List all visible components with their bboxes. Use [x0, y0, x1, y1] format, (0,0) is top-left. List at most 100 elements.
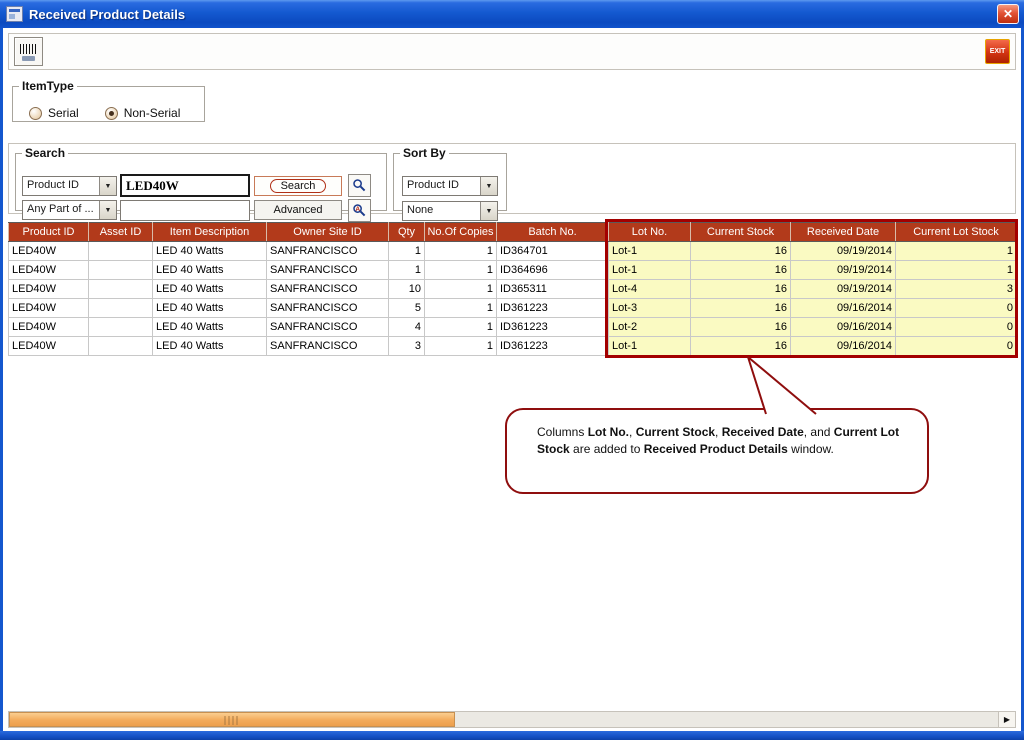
- table-row[interactable]: LED40W LED 40 WattsSANFRANCISCO41ID361223…: [9, 318, 1017, 337]
- table-cell[interactable]: 1: [425, 299, 497, 318]
- table-cell[interactable]: 3: [389, 337, 425, 356]
- table-cell[interactable]: LED 40 Watts: [153, 337, 267, 356]
- column-header[interactable]: Current Stock: [691, 223, 791, 242]
- table-cell[interactable]: SANFRANCISCO: [267, 261, 389, 280]
- table-cell[interactable]: 09/19/2014: [791, 242, 896, 261]
- table-cell[interactable]: 16: [691, 261, 791, 280]
- table-cell[interactable]: 16: [691, 337, 791, 356]
- advanced-button[interactable]: Advanced: [254, 200, 342, 220]
- radio-serial-icon[interactable]: [29, 107, 42, 120]
- horizontal-scrollbar[interactable]: ▶: [8, 711, 1016, 728]
- table-row[interactable]: LED40WLED 40 WattsSANFRANCISCO11ID364701…: [9, 242, 1017, 261]
- table-cell[interactable]: ID365311: [497, 280, 609, 299]
- table-cell[interactable]: 1: [896, 242, 1017, 261]
- table-cell[interactable]: [89, 299, 153, 318]
- table-cell[interactable]: Lot-4: [609, 280, 691, 299]
- exit-button[interactable]: EXIT: [985, 39, 1010, 64]
- table-cell[interactable]: 09/16/2014: [791, 318, 896, 337]
- sort-primary-combo[interactable]: Product ID ▼: [402, 176, 498, 196]
- table-cell[interactable]: SANFRANCISCO: [267, 280, 389, 299]
- barcode-print-button[interactable]: [14, 37, 43, 66]
- table-cell[interactable]: 1: [425, 261, 497, 280]
- table-row[interactable]: LED40WLED 40 WattsSANFRANCISCO11ID364696…: [9, 261, 1017, 280]
- search-button[interactable]: Search: [254, 176, 342, 196]
- column-header[interactable]: No.Of Copies: [425, 223, 497, 242]
- table-cell[interactable]: LED40W: [9, 280, 89, 299]
- table-cell[interactable]: LED40W: [9, 318, 89, 337]
- column-header[interactable]: Current Lot Stock: [896, 223, 1017, 242]
- table-cell[interactable]: 16: [691, 299, 791, 318]
- table-cell[interactable]: 09/19/2014: [791, 280, 896, 299]
- chevron-down-icon[interactable]: ▼: [480, 202, 497, 220]
- table-cell[interactable]: 16: [691, 242, 791, 261]
- sort-secondary-combo[interactable]: None ▼: [402, 201, 498, 221]
- table-cell[interactable]: 5: [389, 299, 425, 318]
- column-header[interactable]: Owner Site ID: [267, 223, 389, 242]
- table-cell[interactable]: 1: [896, 261, 1017, 280]
- column-header[interactable]: Received Date: [791, 223, 896, 242]
- table-cell[interactable]: ID364696: [497, 261, 609, 280]
- find-button[interactable]: [348, 174, 371, 197]
- table-cell[interactable]: 3: [896, 280, 1017, 299]
- table-cell[interactable]: LED40W: [9, 261, 89, 280]
- table-cell[interactable]: SANFRANCISCO: [267, 337, 389, 356]
- table-cell[interactable]: 10: [389, 280, 425, 299]
- table-cell[interactable]: 1: [425, 242, 497, 261]
- table-cell[interactable]: 1: [425, 280, 497, 299]
- table-cell[interactable]: LED40W: [9, 337, 89, 356]
- search-input[interactable]: [120, 174, 250, 197]
- search-match-combo[interactable]: Any Part of ... ▼: [22, 200, 117, 220]
- table-cell[interactable]: 16: [691, 318, 791, 337]
- table-cell[interactable]: ID361223: [497, 318, 609, 337]
- table-cell[interactable]: LED 40 Watts: [153, 299, 267, 318]
- table-cell[interactable]: 16: [691, 280, 791, 299]
- table-cell[interactable]: Lot-1: [609, 261, 691, 280]
- table-cell[interactable]: 09/19/2014: [791, 261, 896, 280]
- table-cell[interactable]: ID361223: [497, 299, 609, 318]
- table-cell[interactable]: SANFRANCISCO: [267, 299, 389, 318]
- column-header[interactable]: Batch No.: [497, 223, 609, 242]
- column-header[interactable]: Lot No.: [609, 223, 691, 242]
- column-header[interactable]: Item Description: [153, 223, 267, 242]
- table-cell[interactable]: Lot-3: [609, 299, 691, 318]
- table-cell[interactable]: 0: [896, 299, 1017, 318]
- table-cell[interactable]: LED40W: [9, 242, 89, 261]
- column-header[interactable]: Product ID: [9, 223, 89, 242]
- table-cell[interactable]: 4: [389, 318, 425, 337]
- table-cell[interactable]: LED 40 Watts: [153, 242, 267, 261]
- table-cell[interactable]: [89, 280, 153, 299]
- table-cell[interactable]: 1: [425, 337, 497, 356]
- table-cell[interactable]: Lot-2: [609, 318, 691, 337]
- table-cell[interactable]: LED 40 Watts: [153, 318, 267, 337]
- table-cell[interactable]: SANFRANCISCO: [267, 318, 389, 337]
- table-cell[interactable]: 1: [389, 261, 425, 280]
- radio-non-serial[interactable]: Non-Serial: [105, 106, 181, 120]
- table-cell[interactable]: 1: [425, 318, 497, 337]
- radio-non-serial-icon[interactable]: [105, 107, 118, 120]
- table-cell[interactable]: LED 40 Watts: [153, 261, 267, 280]
- table-cell[interactable]: [89, 242, 153, 261]
- close-button[interactable]: ✕: [997, 4, 1019, 24]
- table-cell[interactable]: Lot-1: [609, 242, 691, 261]
- table-cell[interactable]: 09/16/2014: [791, 299, 896, 318]
- table-cell[interactable]: [89, 337, 153, 356]
- table-cell[interactable]: ID361223: [497, 337, 609, 356]
- table-cell[interactable]: LED40W: [9, 299, 89, 318]
- table-row[interactable]: LED40W LED 40 WattsSANFRANCISCO51ID361223…: [9, 299, 1017, 318]
- table-cell[interactable]: 09/16/2014: [791, 337, 896, 356]
- table-cell[interactable]: 0: [896, 318, 1017, 337]
- table-cell[interactable]: LED 40 Watts: [153, 280, 267, 299]
- column-header[interactable]: Qty: [389, 223, 425, 242]
- chevron-down-icon[interactable]: ▼: [99, 201, 116, 219]
- radio-serial[interactable]: Serial: [29, 106, 79, 120]
- search-field-combo[interactable]: Product ID ▼: [22, 176, 117, 196]
- column-header[interactable]: Asset ID: [89, 223, 153, 242]
- scroll-right-button[interactable]: ▶: [998, 712, 1015, 727]
- advanced-find-button[interactable]: A: [348, 199, 371, 222]
- table-cell[interactable]: [89, 318, 153, 337]
- scrollbar-thumb[interactable]: [9, 712, 455, 727]
- table-cell[interactable]: Lot-1: [609, 337, 691, 356]
- table-row[interactable]: LED40W LED 40 WattsSANFRANCISCO101ID36531…: [9, 280, 1017, 299]
- advanced-search-input[interactable]: [120, 200, 250, 221]
- table-cell[interactable]: [89, 261, 153, 280]
